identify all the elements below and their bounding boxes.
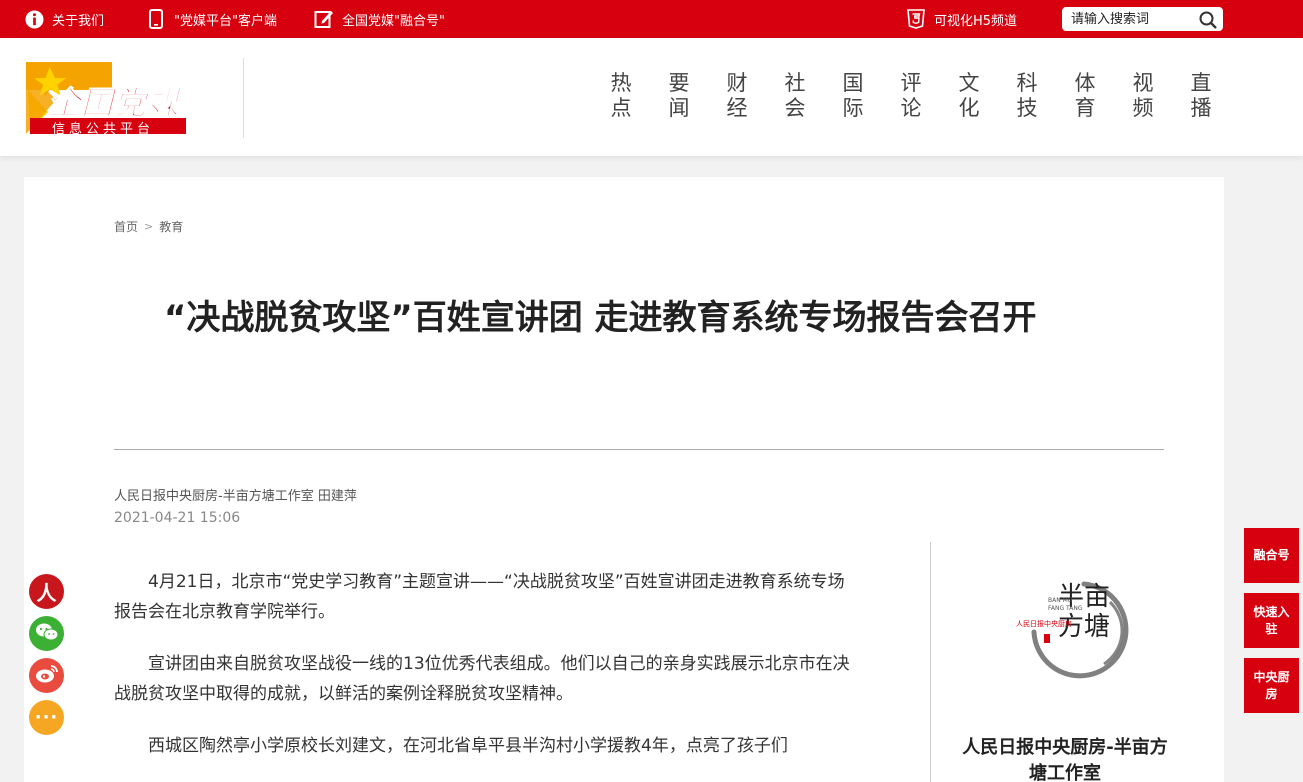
about-label: 关于我们 <box>52 13 105 29</box>
nav-item-sports[interactable]: 体育 <box>1074 71 1096 121</box>
share-weibo-button[interactable] <box>29 658 64 693</box>
float-fusion-button[interactable]: 融合号 <box>1244 528 1299 583</box>
studio-logo[interactable]: 半亩方塘 BAN MU FANG TANG 人民日报中央厨房 <box>1014 572 1134 682</box>
client-link[interactable]: "党媒平台"客户端 <box>146 0 277 38</box>
nav-item-finance[interactable]: 财经 <box>726 71 748 121</box>
weibo-icon <box>35 664 59 688</box>
site-logo[interactable]: 全国党媒 信息公共平台 <box>26 60 188 137</box>
share-more-button[interactable]: ··· <box>29 700 64 735</box>
html5-icon <box>906 9 926 29</box>
article-body: 4月21日，北京市“党史学习教育”主题宣讲——“决战脱贫攻坚”百姓宣讲团走进教育… <box>114 567 854 782</box>
breadcrumb-current[interactable]: 教育 <box>159 218 183 235</box>
breadcrumb-home[interactable]: 首页 <box>114 218 138 235</box>
nav-item-commentary[interactable]: 评论 <box>900 71 922 121</box>
nav-item-society[interactable]: 社会 <box>784 71 806 121</box>
h5-label: 可视化H5频道 <box>934 13 1018 29</box>
client-label: "党媒平台"客户端 <box>174 13 277 29</box>
sidebar-divider <box>930 542 931 782</box>
float-quick-join-button[interactable]: 快速入驻 <box>1244 593 1299 648</box>
studio-logo-chars: 半亩方塘 <box>1058 582 1111 642</box>
nav-item-tech[interactable]: 科技 <box>1016 71 1038 121</box>
paragraph: 4月21日，北京市“党史学习教育”主题宣讲——“决战脱贫攻坚”百姓宣讲团走进教育… <box>114 572 845 622</box>
fusion-label: 全国党媒"融合号" <box>342 13 445 29</box>
people-daily-icon: 人 <box>36 581 57 605</box>
nav-item-hot[interactable]: 热点 <box>610 71 632 121</box>
article-card: 首页 > 教育 “决战脱贫攻坚”百姓宣讲团 走进教育系统专场报告会召开 人民日报… <box>24 177 1224 782</box>
studio-logo-sub: 人民日报中央厨房 <box>1016 620 1072 628</box>
breadcrumb-separator: > <box>144 220 154 233</box>
studio-logo-pinyin-2: FANG TANG <box>1048 605 1083 612</box>
paragraph: 西城区陶然亭小学原校长刘建文，在河北省阜平县半沟村小学援教4年，点亮了孩子们 <box>148 736 788 756</box>
wechat-icon <box>35 622 59 646</box>
article-title: “决战脱贫攻坚”百姓宣讲团 走进教育系统专场报告会召开 <box>164 298 1037 338</box>
search-input[interactable] <box>1071 9 1199 29</box>
search-box <box>1062 7 1223 31</box>
logo-sub-text: 信息公共平台 <box>52 122 155 137</box>
studio-logo-pinyin-1: BAN MU <box>1048 597 1073 604</box>
edit-icon <box>314 9 334 29</box>
title-divider <box>114 449 1164 450</box>
about-link[interactable]: 关于我们 <box>24 0 104 38</box>
breadcrumb: 首页 > 教育 <box>114 218 183 235</box>
nav-item-international[interactable]: 国际 <box>842 71 864 121</box>
site-header: 全国党媒 信息公共平台 热点 要闻 财经 社会 国际 评论 文化 科技 体育 视… <box>0 38 1303 156</box>
share-wechat-button[interactable] <box>29 616 64 651</box>
phone-icon <box>146 9 166 29</box>
header-divider <box>243 58 244 138</box>
paragraph: 宣讲团由来自脱贫攻坚战役一线的13位优秀代表组成。他们以自己的亲身实践展示北京市… <box>114 654 850 704</box>
article-date: 2021-04-21 15:06 <box>114 510 241 526</box>
search-icon[interactable] <box>1198 10 1218 30</box>
nav-item-video[interactable]: 视频 <box>1132 71 1154 121</box>
info-icon <box>24 9 44 29</box>
nav-item-culture[interactable]: 文化 <box>958 71 980 121</box>
article-author: 人民日报中央厨房-半亩方塘工作室 田建萍 <box>114 489 357 504</box>
float-kitchen-button[interactable]: 中央厨房 <box>1244 658 1299 713</box>
top-bar: 关于我们 "党媒平台"客户端 全国党媒"融合号" 可视化H5频道 <box>0 0 1303 38</box>
studio-name[interactable]: 人民日报中央厨房-半亩方塘工作室 <box>960 735 1170 782</box>
more-icon: ··· <box>34 707 59 728</box>
h5-channel-link[interactable]: 可视化H5频道 <box>906 0 1017 38</box>
main-nav: 热点 要闻 财经 社会 国际 评论 文化 科技 体育 视频 直播 <box>610 71 1212 121</box>
fusion-link[interactable]: 全国党媒"融合号" <box>314 0 445 38</box>
nav-item-live[interactable]: 直播 <box>1190 71 1212 121</box>
nav-item-news[interactable]: 要闻 <box>668 71 690 121</box>
share-people-button[interactable]: 人 <box>29 574 64 609</box>
